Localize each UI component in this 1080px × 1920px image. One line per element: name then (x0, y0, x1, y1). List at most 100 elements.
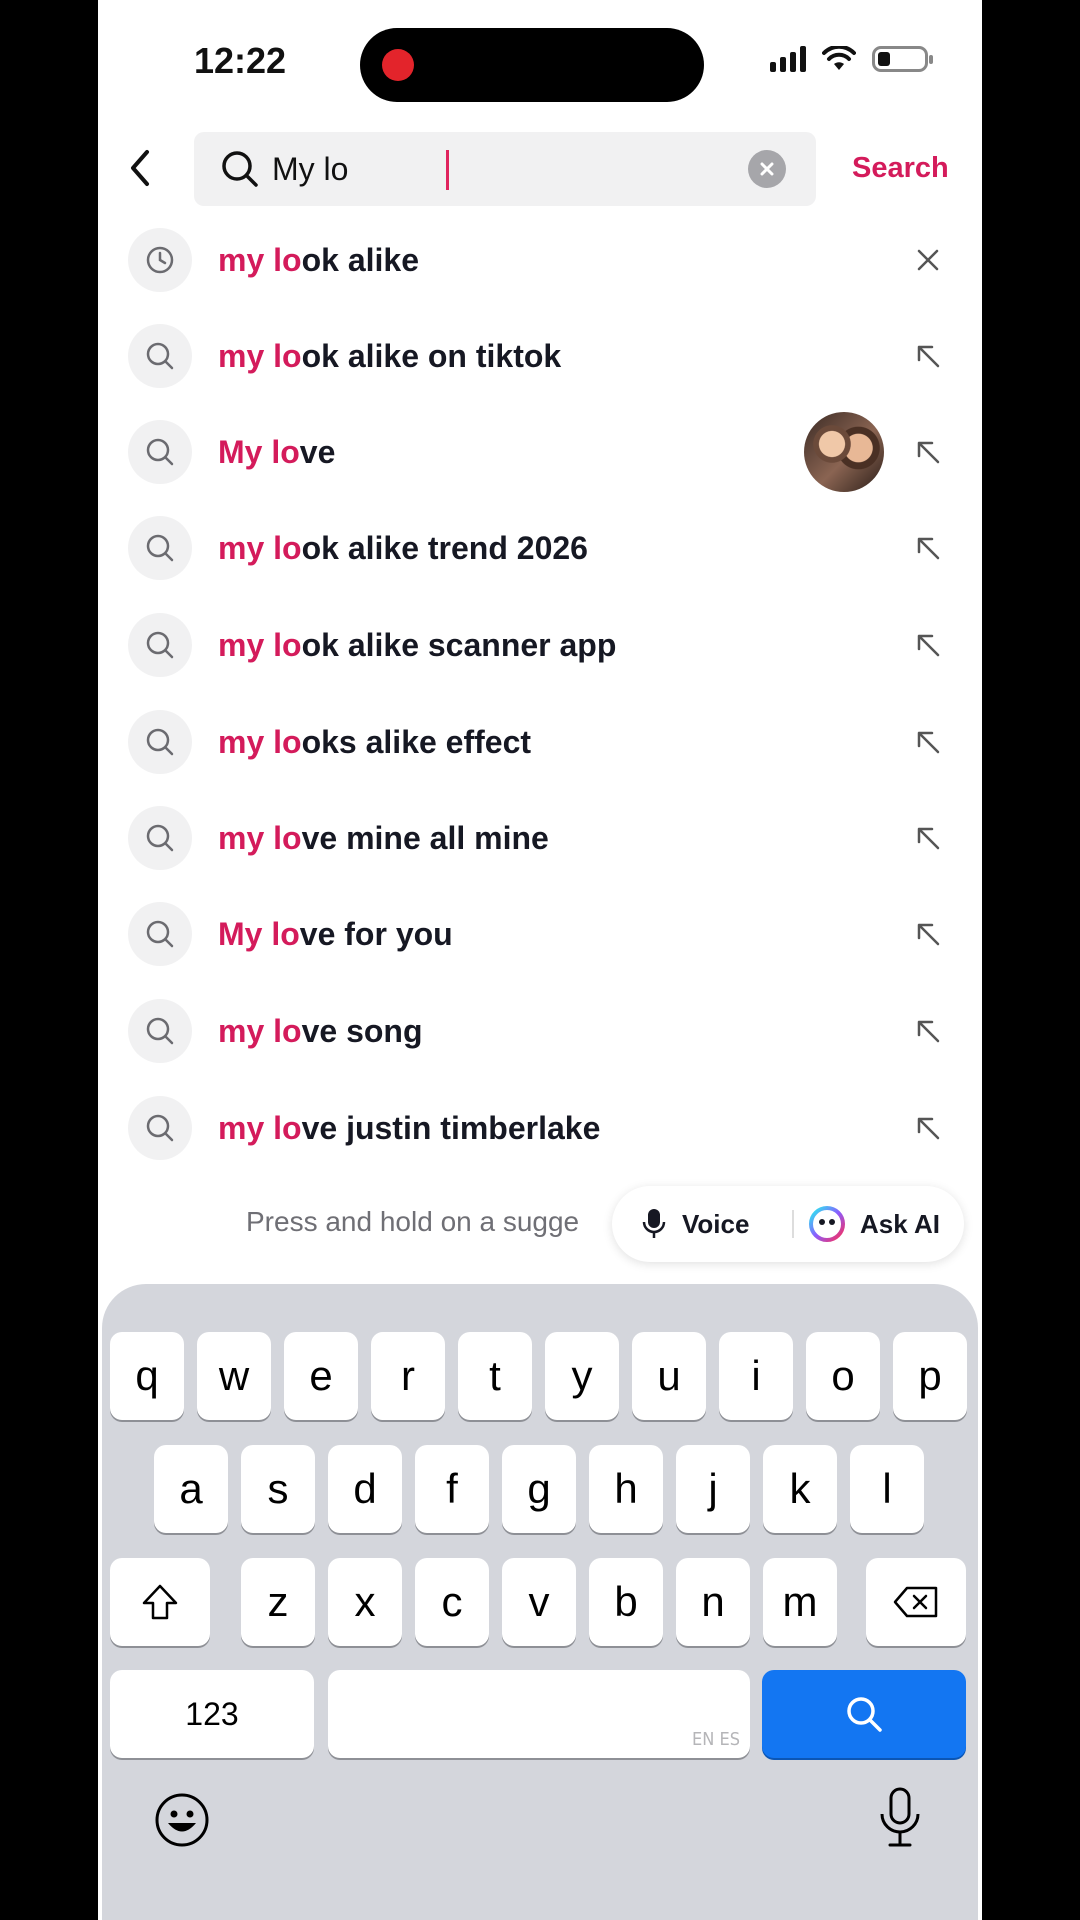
key-j[interactable]: j (676, 1445, 750, 1533)
backspace-key[interactable] (866, 1558, 966, 1646)
suggestion-text: my love mine all mine (218, 820, 549, 856)
key-o[interactable]: o (806, 1332, 880, 1420)
microphone-icon (642, 1209, 666, 1238)
clear-search-button[interactable] (748, 150, 786, 188)
search-icon (146, 1017, 174, 1045)
text-caret (446, 150, 449, 190)
voice-label: Voice (682, 1208, 750, 1239)
arrow-up-left-icon (917, 441, 940, 464)
ask-ai-button[interactable]: Ask AI (808, 1186, 940, 1262)
key-h[interactable]: h (589, 1445, 663, 1533)
shift-key[interactable] (110, 1558, 210, 1646)
dynamic-island (360, 28, 704, 102)
fill-query-button[interactable] (908, 722, 948, 762)
arrow-up-left-icon (917, 827, 940, 850)
search-icon (146, 631, 174, 659)
key-u[interactable]: u (632, 1332, 706, 1420)
status-time: 12:22 (194, 40, 287, 81)
suggestion-item[interactable]: my look alike (128, 220, 958, 300)
back-button[interactable] (118, 146, 162, 190)
key-i[interactable]: i (719, 1332, 793, 1420)
search-icon (146, 438, 174, 466)
search-input[interactable] (272, 148, 732, 190)
arrow-up-left-icon (917, 345, 940, 368)
remove-history-button[interactable] (908, 240, 948, 280)
chevron-left-icon (131, 150, 149, 186)
fill-query-button[interactable] (908, 914, 948, 954)
search-icon (146, 534, 174, 562)
search-icon (146, 728, 174, 756)
divider (792, 1210, 794, 1238)
suggestion-item[interactable]: My love for you (128, 894, 958, 974)
ask-ai-label: Ask AI (860, 1208, 940, 1239)
arrow-up-left-icon (917, 537, 940, 560)
suggestion-item[interactable]: my look alike on tiktok (128, 316, 958, 396)
key-l[interactable]: l (850, 1445, 924, 1533)
quick-actions-pill: Voice Ask AI (612, 1186, 964, 1262)
fill-query-button[interactable] (908, 818, 948, 858)
key-q[interactable]: q (110, 1332, 184, 1420)
suggestion-text: My love (218, 434, 336, 470)
key-t[interactable]: t (458, 1332, 532, 1420)
key-s[interactable]: s (241, 1445, 315, 1533)
search-icon (847, 1697, 882, 1732)
key-a[interactable]: a (154, 1445, 228, 1533)
suggestion-item[interactable]: my love song (128, 991, 958, 1071)
wifi-icon (822, 46, 856, 70)
suggestion-item[interactable]: my look alike scanner app (128, 605, 958, 685)
arrow-up-left-icon (917, 634, 940, 657)
close-icon (917, 249, 939, 271)
key-y[interactable]: y (545, 1332, 619, 1420)
search-submit-button[interactable]: Search (852, 152, 949, 185)
key-g[interactable]: g (502, 1445, 576, 1533)
history-clock-icon (146, 246, 174, 274)
keyboard: q w e r t y u i o p a s d f g h j k l z … (102, 1284, 978, 1920)
suggestion-item[interactable]: My love (128, 412, 958, 492)
voice-button[interactable]: Voice (642, 1186, 749, 1262)
key-b[interactable]: b (589, 1558, 663, 1646)
key-m[interactable]: m (763, 1558, 837, 1646)
fill-query-button[interactable] (908, 528, 948, 568)
fill-query-button[interactable] (908, 336, 948, 376)
key-d[interactable]: d (328, 1445, 402, 1533)
battery-icon (872, 46, 933, 72)
numbers-key[interactable]: 123 (110, 1670, 314, 1758)
fill-query-button[interactable] (908, 1108, 948, 1148)
emoji-icon (155, 1793, 209, 1847)
arrow-up-left-icon (917, 923, 940, 946)
search-icon (146, 920, 174, 948)
fill-query-button[interactable] (908, 432, 948, 472)
suggestion-item[interactable]: my love mine all mine (128, 798, 958, 878)
keyboard-search-key[interactable] (762, 1670, 966, 1758)
keyboard-language-label: EN ES (692, 1729, 740, 1750)
fill-query-button[interactable] (908, 1011, 948, 1051)
key-e[interactable]: e (284, 1332, 358, 1420)
shift-icon (142, 1584, 178, 1620)
key-v[interactable]: v (502, 1558, 576, 1646)
suggestion-item[interactable]: my looks alike effect (128, 702, 958, 782)
search-icon (146, 342, 174, 370)
key-k[interactable]: k (763, 1445, 837, 1533)
phone-screen: 12:22 Search (98, 0, 982, 1920)
key-w[interactable]: w (197, 1332, 271, 1420)
search-icon (146, 1114, 174, 1142)
key-c[interactable]: c (415, 1558, 489, 1646)
suggestion-text: my love justin timberlake (218, 1110, 601, 1146)
key-x[interactable]: x (328, 1558, 402, 1646)
key-z[interactable]: z (241, 1558, 315, 1646)
search-icon (146, 824, 174, 852)
emoji-key[interactable] (154, 1792, 210, 1848)
key-f[interactable]: f (415, 1445, 489, 1533)
suggestion-item[interactable]: my love justin timberlake (128, 1088, 958, 1168)
close-icon (760, 162, 774, 176)
suggestion-text: my look alike on tiktok (218, 338, 562, 374)
fill-query-button[interactable] (908, 625, 948, 665)
dictation-key[interactable] (876, 1786, 924, 1850)
key-p[interactable]: p (893, 1332, 967, 1420)
suggestion-item[interactable]: my look alike trend 2026 (128, 508, 958, 588)
space-key[interactable]: EN ES (328, 1670, 750, 1758)
key-r[interactable]: r (371, 1332, 445, 1420)
search-bar[interactable] (194, 132, 816, 206)
search-icon (222, 151, 258, 187)
key-n[interactable]: n (676, 1558, 750, 1646)
